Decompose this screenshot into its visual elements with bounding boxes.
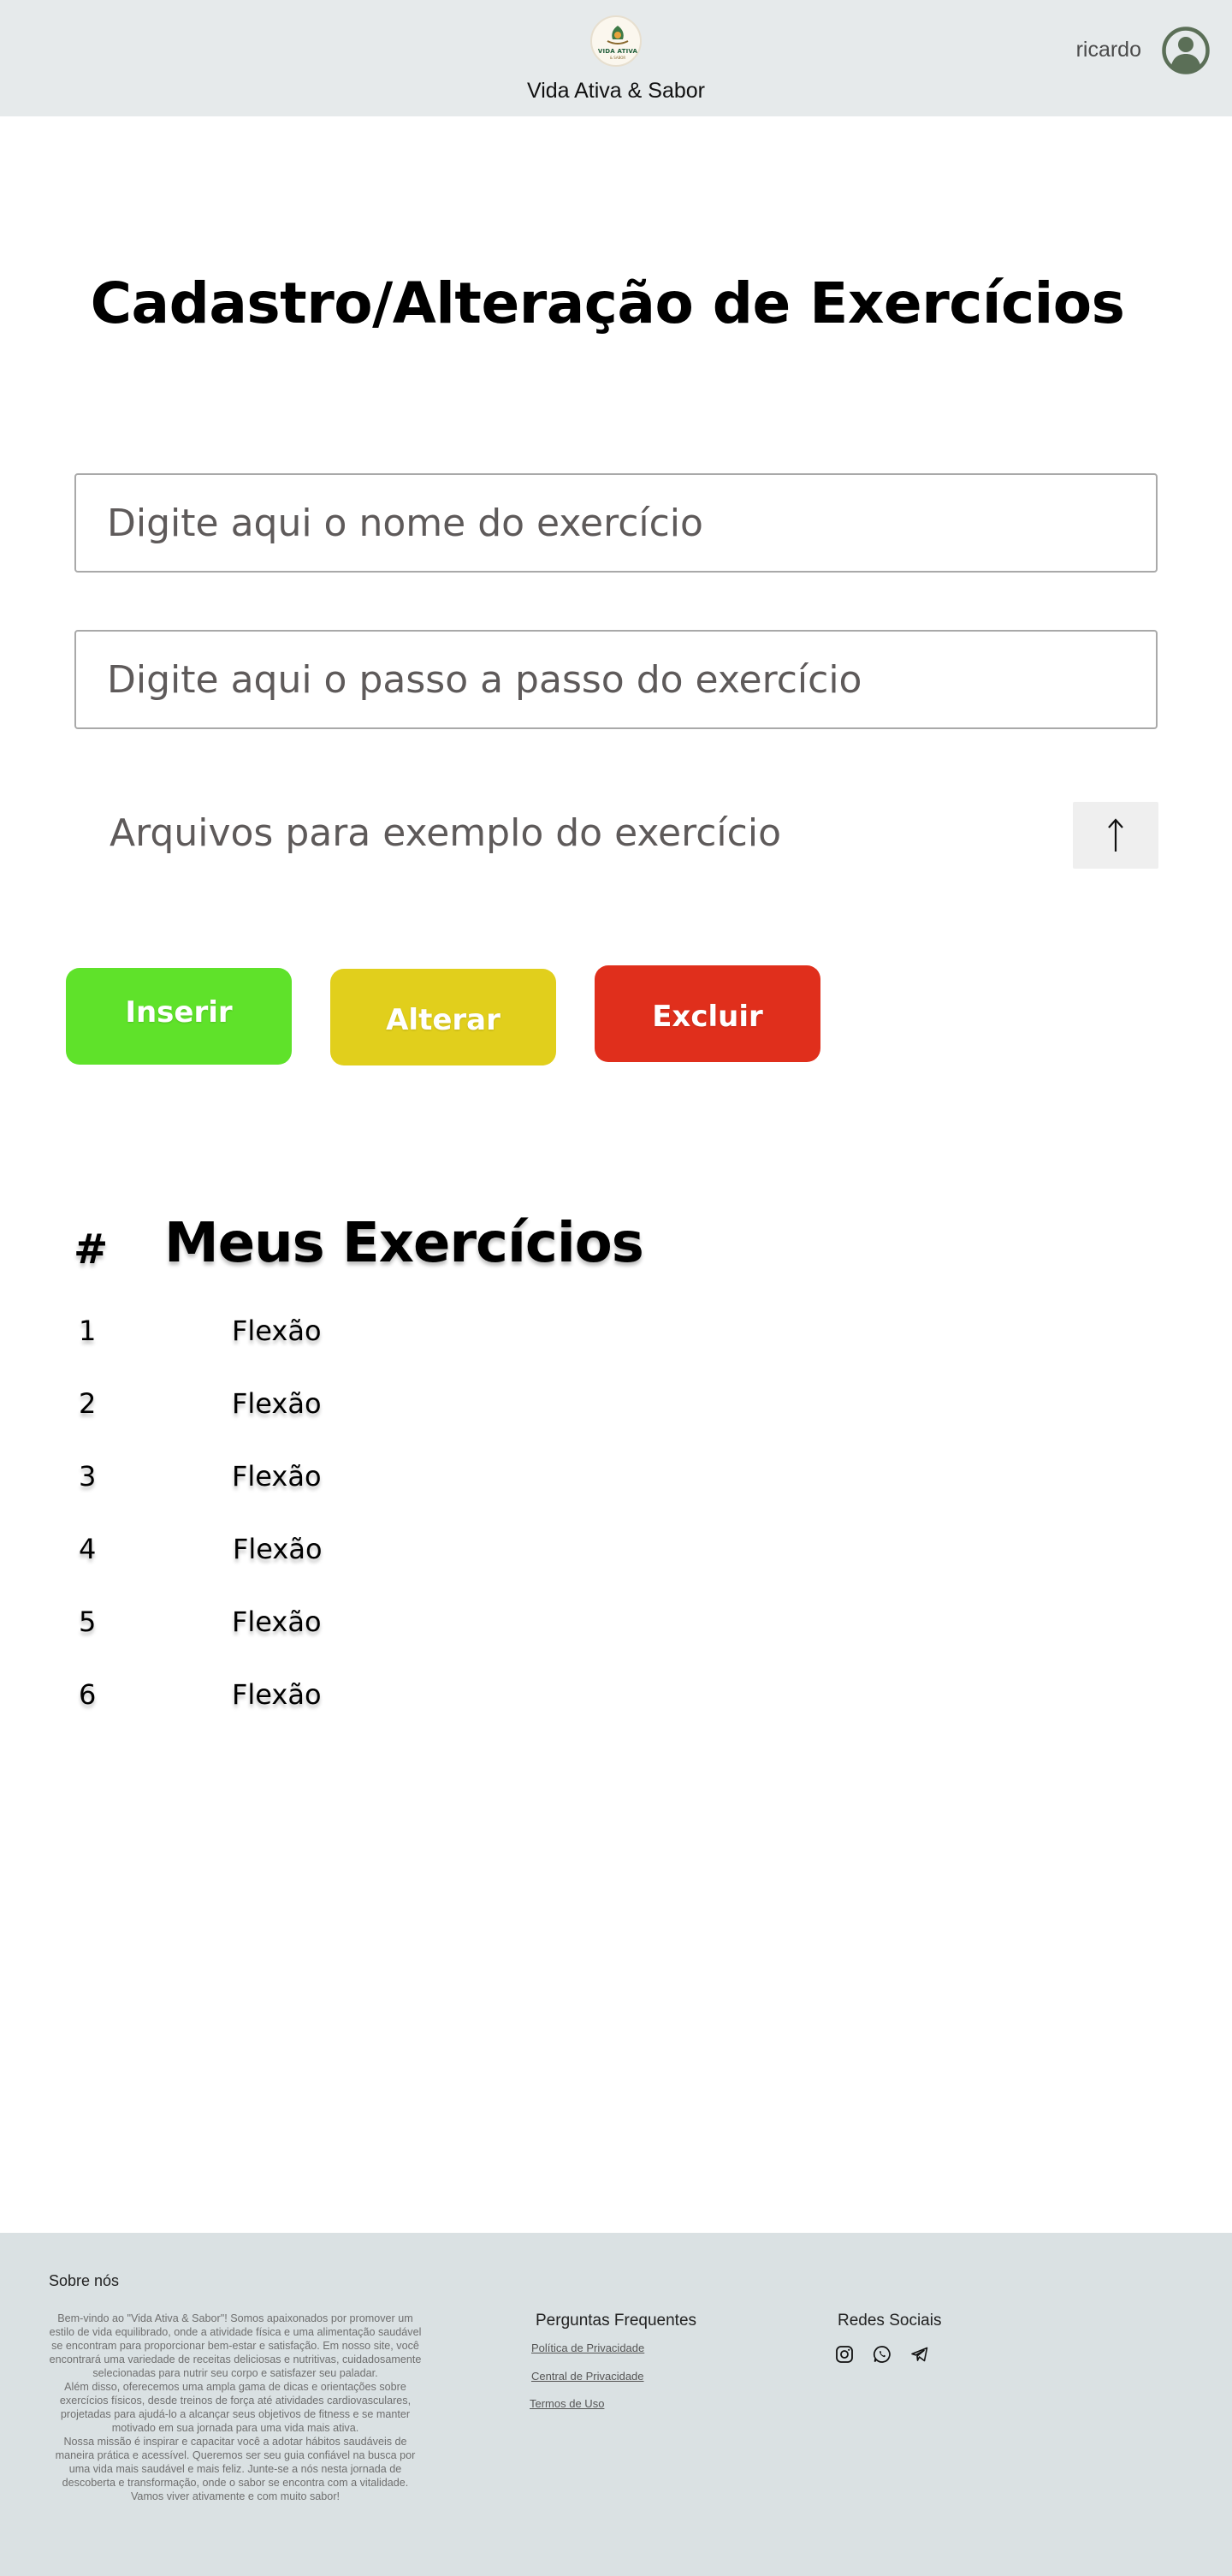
list-item[interactable]: 4 Flexão (0, 1533, 513, 1576)
footer-about-paragraph: Nossa missão é inspirar e capacitar você… (55, 2436, 416, 2502)
delete-button[interactable]: Excluir (595, 965, 820, 1062)
site-logo[interactable]: VIDA ATIVA & SABOR (590, 15, 642, 67)
terms-of-use-link[interactable]: Termos de Uso (530, 2397, 604, 2410)
list-item-name[interactable]: Flexão (232, 1387, 322, 1420)
footer-social-title: Redes Sociais (838, 2312, 942, 2330)
list-item-name[interactable]: Flexão (232, 1315, 322, 1347)
alter-button[interactable]: Alterar (330, 969, 556, 1065)
list-item-number: 1 (79, 1315, 97, 1347)
list-item-number: 2 (79, 1387, 97, 1420)
list-item-name[interactable]: Flexão (232, 1606, 322, 1638)
logo-text: VIDA ATIVA (597, 48, 638, 55)
instagram-icon[interactable] (834, 2344, 855, 2365)
list-item[interactable]: 6 Flexão (0, 1678, 513, 1721)
upload-files-button[interactable] (1073, 802, 1158, 869)
logo-subtext: & SABOR (609, 56, 626, 60)
footer-about-paragraph: Além disso, oferecemos uma ampla gama de… (59, 2381, 412, 2434)
footer-faq-title: Perguntas Frequentes (536, 2312, 697, 2330)
exercise-steps-input[interactable] (74, 630, 1158, 729)
list-item[interactable]: 3 Flexão (0, 1460, 513, 1503)
username: ricardo (1075, 38, 1141, 62)
footer-about-text: Bem-vindo ao "Vida Ativa & Sabor"! Somos… (46, 2312, 424, 2503)
list-item-name[interactable]: Flexão (232, 1460, 322, 1493)
whatsapp-icon[interactable] (872, 2344, 892, 2365)
list-item-name[interactable]: Flexão (232, 1678, 322, 1711)
exercise-name-input[interactable] (74, 473, 1158, 573)
insert-button[interactable]: Inserir (66, 968, 292, 1065)
privacy-policy-link[interactable]: Política de Privacidade (531, 2342, 644, 2354)
list-item-number: 6 (79, 1678, 97, 1711)
site-name: Vida Ativa & Sabor (526, 79, 705, 103)
list-item-number: 4 (79, 1533, 97, 1565)
list-item-number: 3 (79, 1460, 97, 1493)
list-item-name[interactable]: Flexão (233, 1533, 323, 1565)
list-number-header: # (74, 1226, 109, 1273)
user-circle-icon[interactable] (1161, 26, 1211, 75)
site-header: VIDA ATIVA & SABOR Vida Ativa & Sabor ri… (0, 0, 1232, 116)
list-item[interactable]: 2 Flexão (0, 1387, 513, 1430)
footer-about-title: Sobre nós (49, 2272, 120, 2289)
site-footer: Sobre nós Bem-vindo ao "Vida Ativa & Sab… (0, 2233, 1232, 2576)
files-label: Arquivos para exemplo do exercício (110, 811, 781, 855)
footer-about-paragraph: Bem-vindo ao "Vida Ativa & Sabor"! Somos… (49, 2312, 422, 2379)
privacy-center-link[interactable]: Central de Privacidade (531, 2370, 644, 2383)
logo-emblem-icon (607, 26, 629, 45)
telegram-icon[interactable] (909, 2344, 930, 2365)
list-title: Meus Exercícios (164, 1212, 644, 1275)
list-item-number: 5 (79, 1606, 97, 1638)
list-item[interactable]: 5 Flexão (0, 1606, 513, 1648)
page-title: Cadastro/Alteração de Exercícios (90, 270, 1125, 336)
arrow-up-icon (1108, 818, 1123, 852)
list-item[interactable]: 1 Flexão (0, 1315, 513, 1357)
